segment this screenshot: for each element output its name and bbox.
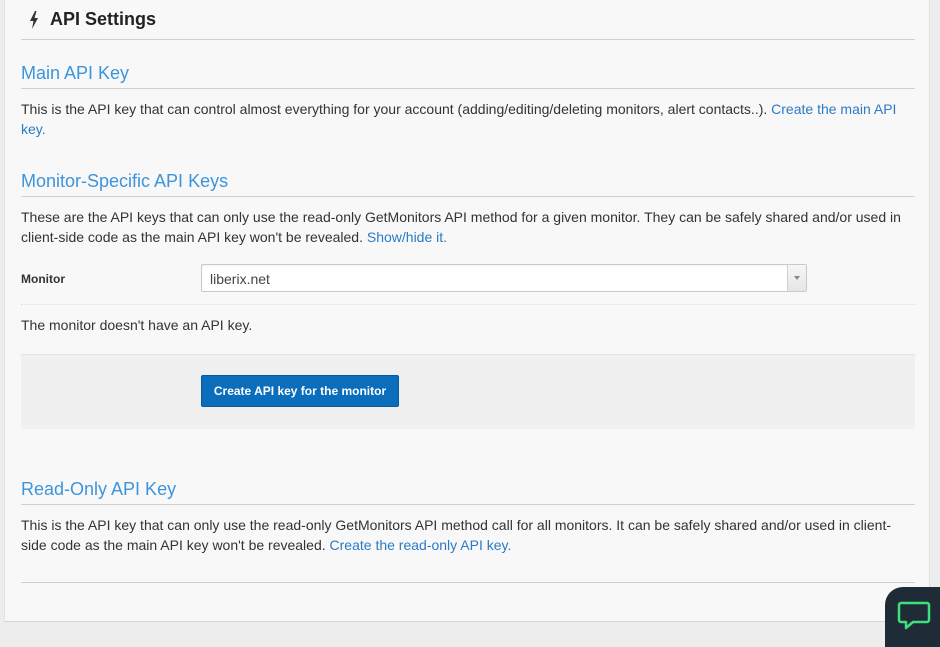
- create-read-only-api-key-link[interactable]: Create the read-only API key.: [330, 537, 512, 553]
- read-only-api-key-description: This is the API key that can only use th…: [21, 515, 915, 555]
- monitor-specific-api-keys-heading: Monitor-Specific API Keys: [21, 170, 915, 197]
- read-only-api-key-heading: Read-Only API Key: [21, 478, 915, 505]
- monitor-select-row: Monitor liberix.net: [21, 264, 915, 305]
- create-monitor-api-key-button[interactable]: Create API key for the monitor: [201, 375, 399, 407]
- monitor-api-key-text: These are the API keys that can only use…: [21, 209, 901, 245]
- section-divider: [21, 582, 915, 583]
- monitor-label: Monitor: [21, 272, 65, 286]
- no-api-key-message: The monitor doesn't have an API key.: [21, 317, 253, 333]
- monitor-specific-api-keys-description: These are the API keys that can only use…: [21, 207, 915, 247]
- bolt-icon: [30, 10, 38, 29]
- chat-bubble-icon: [897, 601, 931, 630]
- api-settings-panel: API Settings Main API Key This is the AP…: [4, 0, 930, 622]
- monitor-select[interactable]: liberix.net: [201, 264, 807, 292]
- monitor-select-arrow[interactable]: [787, 265, 806, 291]
- chevron-down-icon: [794, 276, 800, 280]
- main-api-key-description: This is the API key that can control alm…: [21, 99, 915, 139]
- show-hide-api-key-link[interactable]: Show/hide it.: [367, 229, 447, 245]
- main-api-key-text: This is the API key that can control alm…: [21, 101, 772, 117]
- monitor-select-value: liberix.net: [210, 271, 270, 287]
- page-header: API Settings: [21, 0, 915, 40]
- form-actions: Create API key for the monitor: [21, 354, 915, 429]
- main-api-key-heading: Main API Key: [21, 62, 915, 89]
- chat-widget[interactable]: [885, 587, 940, 647]
- page-title: API Settings: [50, 9, 157, 29]
